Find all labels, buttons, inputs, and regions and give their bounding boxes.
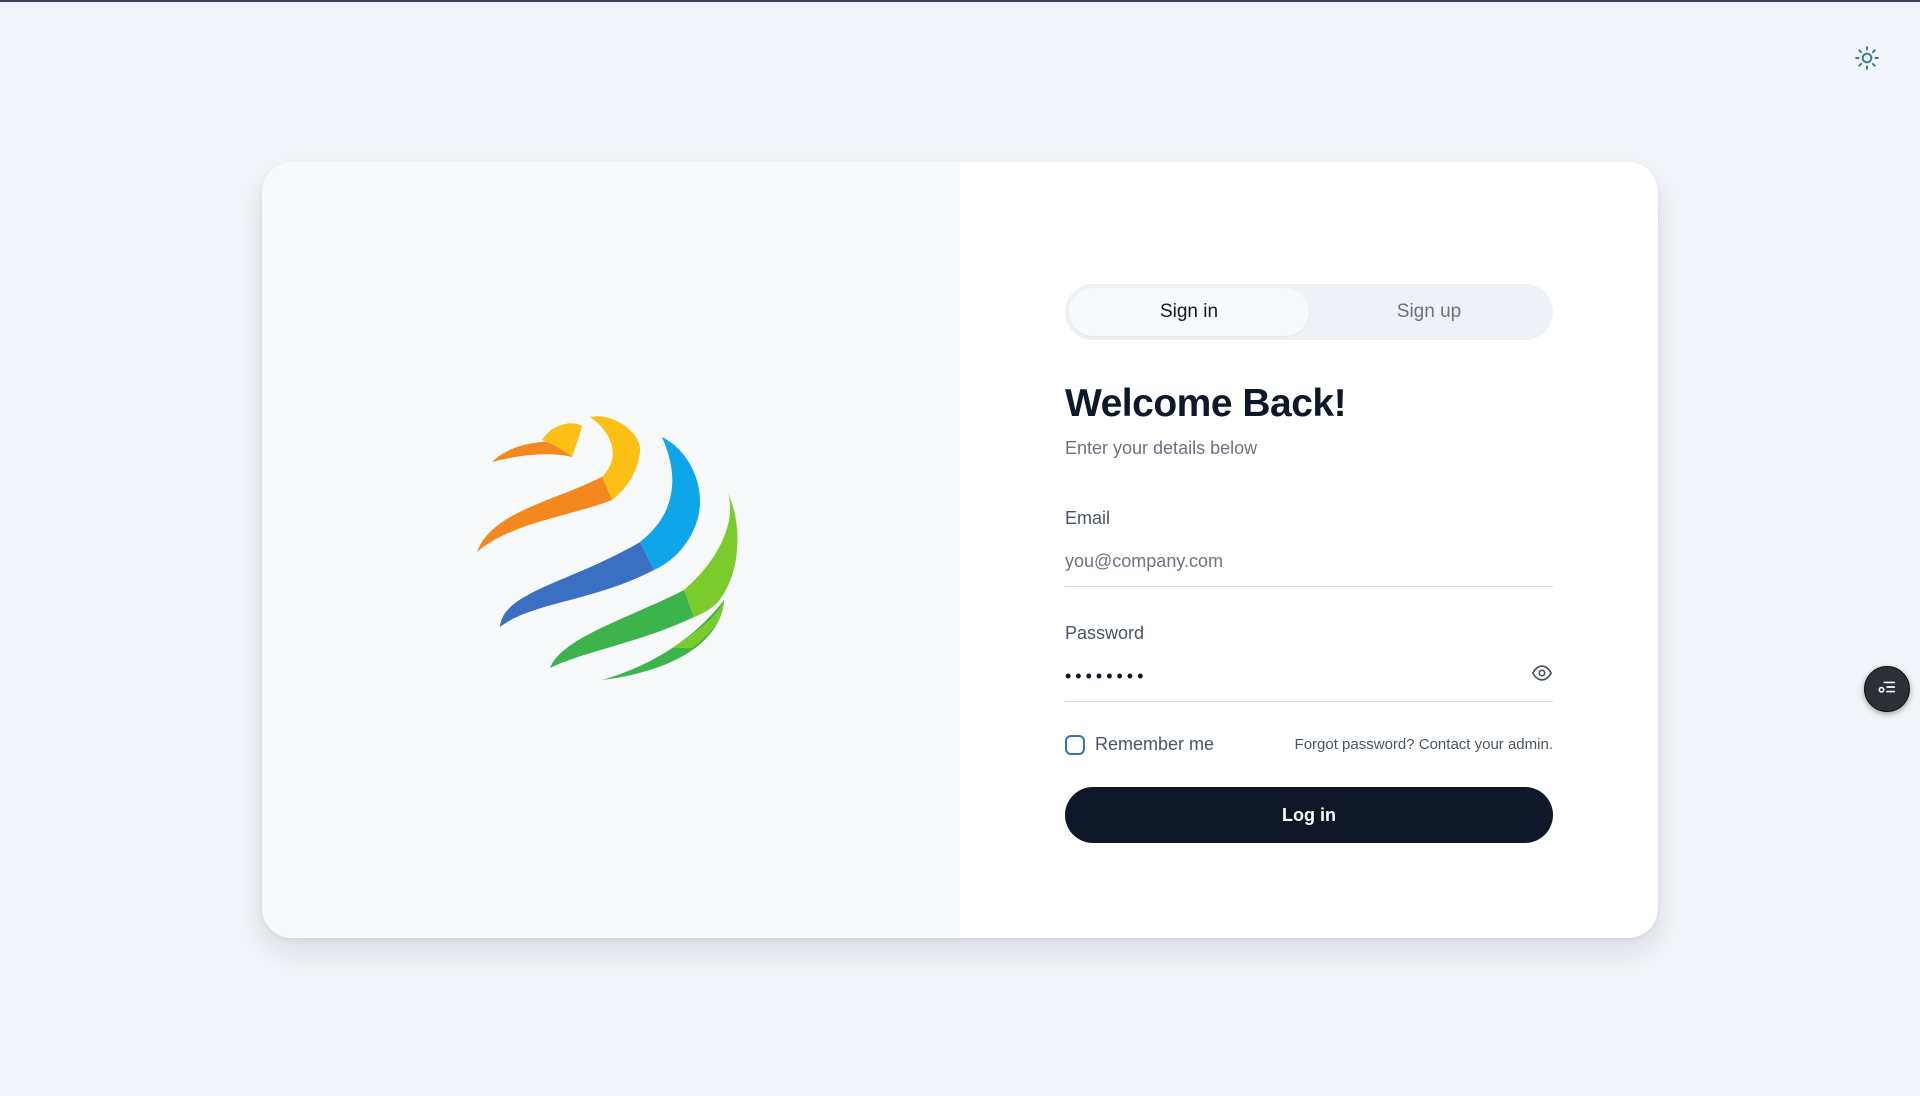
- password-field-wrapper: [1065, 644, 1553, 702]
- password-label: Password: [1065, 623, 1145, 643]
- forgot-password-link[interactable]: Forgot password? Contact your admin.: [1295, 736, 1553, 753]
- tab-sign-in[interactable]: Sign in: [1069, 288, 1309, 336]
- theme-toggle-button[interactable]: [1850, 42, 1884, 76]
- sign-in-form: Sign in Sign up Welcome Back! Enter your…: [1065, 284, 1553, 843]
- eye-icon: [1531, 665, 1553, 687]
- password-field[interactable]: [1065, 644, 1553, 701]
- sun-icon: [1854, 45, 1880, 74]
- remember-me[interactable]: Remember me: [1065, 734, 1214, 755]
- brand-panel: [262, 162, 960, 938]
- form-panel: Sign in Sign up Welcome Back! Enter your…: [960, 162, 1658, 938]
- toggle-password-visibility-button[interactable]: [1531, 662, 1553, 684]
- email-field[interactable]: [1065, 529, 1553, 586]
- settings-list-icon: [1876, 676, 1898, 703]
- remember-me-checkbox[interactable]: [1065, 734, 1085, 755]
- top-border: [0, 0, 1920, 2]
- tab-sign-up[interactable]: Sign up: [1309, 288, 1549, 336]
- email-label: Email: [1065, 508, 1111, 528]
- page-subtitle: Enter your details below: [1065, 438, 1258, 458]
- login-card: Sign in Sign up Welcome Back! Enter your…: [262, 162, 1658, 938]
- floating-settings-button[interactable]: [1864, 666, 1910, 712]
- globe-swirl-logo: [472, 412, 742, 682]
- auth-tabs: Sign in Sign up: [1065, 284, 1553, 340]
- remember-me-label: Remember me: [1095, 734, 1215, 754]
- page-title: Welcome Back!: [1065, 382, 1347, 425]
- login-button[interactable]: Log in: [1065, 787, 1553, 843]
- email-field-wrapper: [1065, 529, 1553, 587]
- form-options-row: Remember me Forgot password? Contact you…: [1065, 734, 1553, 755]
